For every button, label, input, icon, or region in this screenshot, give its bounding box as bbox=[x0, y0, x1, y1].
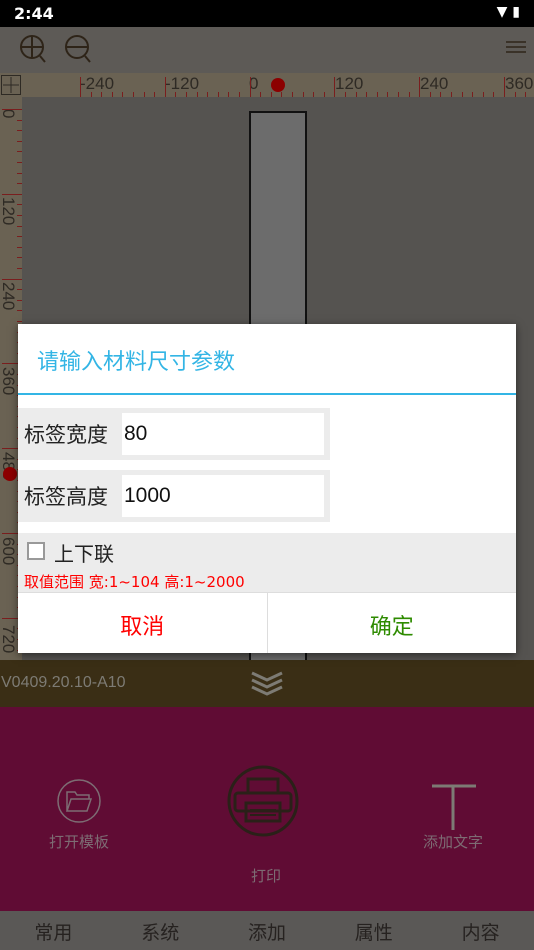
tab-properties[interactable]: 属性 bbox=[320, 911, 427, 950]
ruler-label: 240 bbox=[0, 282, 18, 311]
origin-marker bbox=[271, 78, 285, 92]
ruler-label: 360 bbox=[505, 74, 534, 93]
ruler-tick bbox=[164, 77, 166, 97]
range-hint: 取值范围 宽:1~104 高:1~2000 bbox=[24, 573, 245, 591]
print-label[interactable]: 打印 bbox=[251, 865, 281, 886]
tab-content[interactable]: 内容 bbox=[427, 911, 534, 950]
wifi-battery-icon: ▼ ▮ bbox=[496, 4, 520, 20]
ruler-label: 360 bbox=[0, 367, 18, 396]
height-label: 标签高度 bbox=[24, 485, 108, 509]
width-label: 标签宽度 bbox=[24, 423, 108, 447]
ruler-tick bbox=[504, 77, 505, 97]
ruler-label: 720 bbox=[0, 625, 18, 654]
clock: 2:44 bbox=[14, 4, 54, 23]
add-text-icon[interactable] bbox=[430, 784, 476, 830]
zoom-in-icon[interactable] bbox=[19, 34, 49, 64]
height-row: 标签高度 bbox=[18, 470, 330, 522]
version-bar: V0409.20.10-A10 bbox=[0, 660, 534, 707]
ruler-tick bbox=[2, 193, 22, 195]
ok-button[interactable]: 确定 bbox=[268, 593, 517, 653]
linked-checkbox[interactable] bbox=[27, 542, 45, 560]
ruler-tick bbox=[419, 77, 421, 97]
open-template-label[interactable]: 打开模板 bbox=[49, 831, 109, 852]
dialog-buttons: 取消 确定 bbox=[18, 592, 516, 653]
tab-common[interactable]: 常用 bbox=[0, 911, 107, 950]
linked-label[interactable]: 上下联 bbox=[54, 538, 114, 567]
collapse-chevron-icon[interactable] bbox=[250, 670, 284, 696]
ruler-tick bbox=[2, 278, 22, 280]
action-panel: 打开模板 打印 添加文字 bbox=[0, 707, 534, 911]
ruler-label: 120 bbox=[335, 74, 364, 93]
ruler-label: 600 bbox=[0, 537, 18, 566]
bottom-tabs: 常用 系统 添加 属性 内容 bbox=[0, 911, 534, 950]
material-size-dialog: 请输入材料尺寸参数 标签宽度 标签高度 上下联 取值范围 宽:1~104 高:1… bbox=[18, 324, 516, 653]
ruler-tick bbox=[80, 77, 81, 97]
tab-system[interactable]: 系统 bbox=[107, 911, 214, 950]
width-row: 标签宽度 bbox=[18, 408, 330, 460]
ruler-label: 0 bbox=[0, 109, 18, 119]
origin-marker bbox=[3, 467, 17, 481]
add-text-label[interactable]: 添加文字 bbox=[423, 831, 483, 852]
menu-icon[interactable] bbox=[506, 41, 526, 55]
status-bar: 2:44 ▼ ▮ bbox=[0, 0, 534, 27]
horizontal-ruler: -240 -120 0 120 240 360 bbox=[0, 73, 534, 97]
version-text: V0409.20.10-A10 bbox=[1, 674, 126, 691]
toolbar bbox=[0, 27, 534, 73]
open-folder-icon[interactable] bbox=[56, 778, 102, 824]
tab-add[interactable]: 添加 bbox=[214, 911, 321, 950]
zoom-out-icon[interactable] bbox=[64, 34, 94, 64]
height-input[interactable] bbox=[122, 475, 324, 517]
dialog-title: 请输入材料尺寸参数 bbox=[18, 324, 516, 395]
ruler-tick bbox=[334, 77, 336, 97]
print-icon[interactable] bbox=[227, 765, 299, 837]
fit-icon[interactable] bbox=[1, 75, 21, 95]
ruler-label: -120 bbox=[165, 74, 200, 93]
ruler-label: -240 bbox=[80, 74, 115, 93]
width-input[interactable] bbox=[122, 413, 324, 455]
linked-option: 上下联 取值范围 宽:1~104 高:1~2000 bbox=[18, 533, 516, 592]
ruler-tick bbox=[249, 77, 251, 97]
ruler-label: 120 bbox=[0, 197, 18, 226]
cancel-button[interactable]: 取消 bbox=[18, 593, 268, 653]
ruler-tick bbox=[2, 109, 22, 110]
ruler-label: 240 bbox=[420, 74, 449, 93]
